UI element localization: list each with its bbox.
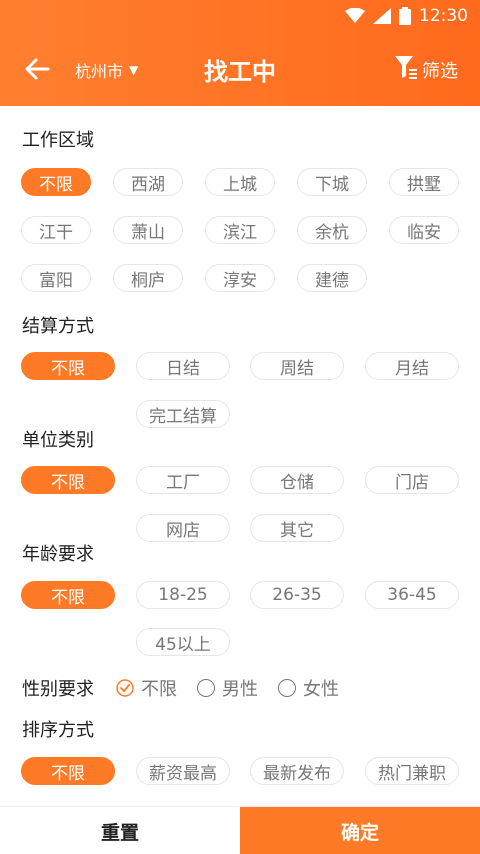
app-header: 12:30 杭州市 ▼ 找工中 筛选 (0, 0, 480, 106)
radio-label: 女性 (303, 679, 339, 700)
chip-company-0[interactable]: 不限 (21, 466, 115, 494)
radio-gender-1[interactable]: 男性 (197, 675, 258, 701)
signal-icon (373, 8, 391, 24)
chip-company-3[interactable]: 门店 (365, 466, 459, 494)
chip-area-6[interactable]: 萧山 (113, 216, 183, 244)
chip-area-4[interactable]: 拱墅 (389, 168, 459, 196)
chip-sort-2[interactable]: 最新发布 (250, 757, 344, 785)
filter-icon (394, 54, 418, 85)
wifi-icon (345, 8, 365, 24)
radio-label: 不限 (141, 679, 177, 700)
section-title-area: 工作区域 (22, 130, 94, 151)
chip-area-12[interactable]: 淳安 (205, 264, 275, 292)
chip-area-9[interactable]: 临安 (389, 216, 459, 244)
chip-area-13[interactable]: 建德 (297, 264, 367, 292)
reset-button[interactable]: 重置 (0, 807, 240, 854)
chip-age-3[interactable]: 36-45 (365, 581, 459, 609)
arrow-left-icon (25, 58, 50, 80)
status-bar: 12:30 (0, 0, 480, 32)
filter-panel: 工作区域 不限 西湖 上城 下城 拱墅 江干 萧山 滨江 余杭 临安 富阳 桐庐… (0, 106, 480, 806)
section-title-age: 年龄要求 (22, 544, 94, 565)
chip-sort-1[interactable]: 薪资最高 (136, 757, 230, 785)
chip-age-4[interactable]: 45以上 (136, 628, 230, 656)
radio-gender-2[interactable]: 女性 (278, 675, 339, 701)
check-circle-icon (116, 679, 134, 697)
chip-settlement-4[interactable]: 完工结算 (136, 400, 230, 428)
chip-sort-0[interactable]: 不限 (21, 757, 115, 785)
clock-time: 12:30 (419, 6, 468, 26)
gender-row: 性别要求 不限 男性 女性 (22, 674, 359, 702)
chip-area-3[interactable]: 下城 (297, 168, 367, 196)
section-title-company-type: 单位类别 (22, 430, 94, 451)
back-button[interactable] (22, 54, 52, 84)
chip-company-2[interactable]: 仓储 (250, 466, 344, 494)
confirm-button[interactable]: 确定 (240, 807, 480, 854)
chip-area-2[interactable]: 上城 (205, 168, 275, 196)
chip-sort-3[interactable]: 热门兼职 (365, 757, 459, 785)
chip-age-1[interactable]: 18-25 (136, 581, 230, 609)
radio-gender-0[interactable]: 不限 (116, 675, 177, 701)
radio-label: 男性 (222, 679, 258, 700)
chip-area-11[interactable]: 桐庐 (113, 264, 183, 292)
chip-area-1[interactable]: 西湖 (113, 168, 183, 196)
filter-button[interactable]: 筛选 (394, 54, 458, 85)
toolbar: 杭州市 ▼ 找工中 筛选 (0, 32, 480, 106)
chip-company-4[interactable]: 网店 (136, 514, 230, 542)
section-title-settlement: 结算方式 (22, 316, 94, 337)
section-title-sort: 排序方式 (22, 720, 94, 741)
chip-settlement-1[interactable]: 日结 (136, 352, 230, 380)
chip-area-8[interactable]: 余杭 (297, 216, 367, 244)
chip-company-5[interactable]: 其它 (250, 514, 344, 542)
chip-settlement-3[interactable]: 月结 (365, 352, 459, 380)
section-title-gender: 性别要求 (22, 679, 94, 700)
battery-icon (399, 7, 411, 25)
chip-settlement-0[interactable]: 不限 (21, 352, 115, 380)
city-label: 杭州市 (75, 62, 124, 81)
filter-label: 筛选 (422, 60, 458, 82)
chip-company-1[interactable]: 工厂 (136, 466, 230, 494)
city-selector[interactable]: 杭州市 ▼ (75, 58, 138, 82)
chip-area-0[interactable]: 不限 (21, 168, 91, 196)
chip-area-10[interactable]: 富阳 (21, 264, 91, 292)
chip-age-2[interactable]: 26-35 (250, 581, 344, 609)
chip-area-7[interactable]: 滨江 (205, 216, 275, 244)
chip-age-0[interactable]: 不限 (21, 581, 115, 609)
footer-bar: 重置 确定 (0, 806, 480, 854)
chip-settlement-2[interactable]: 周结 (250, 352, 344, 380)
chip-area-5[interactable]: 江干 (21, 216, 91, 244)
caret-down-icon: ▼ (129, 63, 139, 77)
radio-circle-icon (197, 679, 215, 697)
radio-circle-icon (278, 679, 296, 697)
